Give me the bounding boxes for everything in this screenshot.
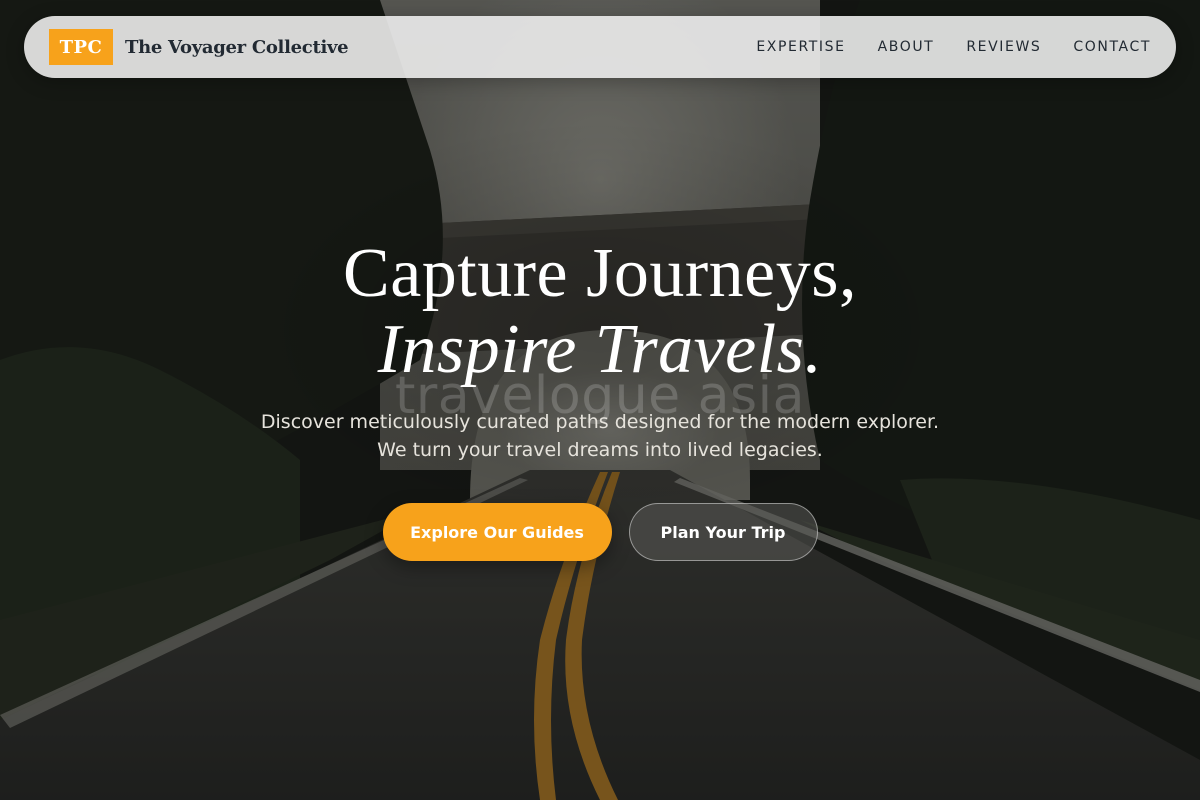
top-navbar: TPC The Voyager Collective EXPERTISE ABO… bbox=[24, 16, 1176, 78]
nav-link-expertise[interactable]: EXPERTISE bbox=[756, 39, 845, 55]
nav-link-contact[interactable]: CONTACT bbox=[1073, 39, 1151, 55]
cta-group: Explore Our Guides Plan Your Trip bbox=[0, 503, 1200, 561]
subtitle-line-1: Discover meticulously curated paths desi… bbox=[260, 411, 940, 433]
headline-line-2: Inspire Travels. bbox=[377, 311, 823, 388]
hero-headline: Capture Journeys, Inspire Travels. bbox=[0, 236, 1200, 388]
plan-trip-button[interactable]: Plan Your Trip bbox=[628, 503, 818, 561]
subtitle-line-2: We turn your travel dreams into lived le… bbox=[377, 439, 823, 461]
explore-guides-button[interactable]: Explore Our Guides bbox=[382, 503, 612, 561]
nav-menu: EXPERTISE ABOUT REVIEWS CONTACT bbox=[756, 39, 1151, 55]
headline-line-1: Capture Journeys, bbox=[343, 235, 857, 312]
brand-name[interactable]: The Voyager Collective bbox=[125, 37, 349, 58]
hero-section: TPC The Voyager Collective EXPERTISE ABO… bbox=[0, 0, 1200, 800]
brand[interactable]: TPC The Voyager Collective bbox=[49, 29, 349, 65]
hero-subtitle: Discover meticulously curated paths desi… bbox=[0, 408, 1200, 464]
nav-link-reviews[interactable]: REVIEWS bbox=[966, 39, 1041, 55]
logo-badge[interactable]: TPC bbox=[49, 29, 113, 65]
nav-link-about[interactable]: ABOUT bbox=[878, 39, 935, 55]
